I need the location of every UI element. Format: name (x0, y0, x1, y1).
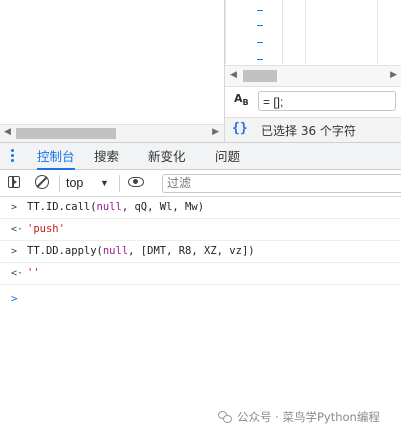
selection-status-bar: {} 已选择 36 个字符 (225, 117, 401, 142)
grid-marker (257, 42, 263, 43)
tab-console[interactable]: 控制台 (37, 143, 75, 170)
console-code: TT.ID.call(null, qQ, Wl, Mw) (27, 197, 204, 218)
output-return-icon: <· (11, 268, 24, 279)
editor-pane (0, 0, 224, 124)
replace-input[interactable]: = []; (258, 91, 396, 111)
filter-input[interactable]: 过滤 (162, 174, 401, 193)
console-prompt-icon[interactable]: > (11, 292, 18, 305)
tab-whats-new[interactable]: 新变化 (148, 143, 186, 170)
chevron-down-icon: ▼ (100, 178, 109, 188)
code-text: TT.DD.apply( (27, 245, 103, 257)
console-code: '' (27, 263, 40, 284)
console-input-line[interactable]: > TT.DD.apply(null, [DMT, R8, XZ, vz]) (0, 241, 401, 263)
selection-status-text: 已选择 36 个字符 (261, 124, 356, 138)
show-sidebar-icon[interactable] (8, 176, 20, 188)
editor-horizontal-scrollbar[interactable]: ◀ ▶ (0, 124, 224, 143)
watermark-text: 公众号 · 菜鸟学Python编程 (237, 410, 380, 424)
search-horizontal-scrollbar[interactable]: ◀ ▶ (225, 65, 401, 87)
grid-marker (257, 59, 263, 60)
grid-line (305, 0, 306, 64)
console-input-line[interactable]: > TT.ID.call(null, qQ, Wl, Mw) (0, 197, 401, 219)
grid-marker (257, 25, 263, 26)
code-string: '' (27, 267, 40, 279)
console-output-line[interactable]: <· '' (0, 263, 401, 285)
input-chevron-icon: > (11, 202, 18, 213)
code-text: , qQ, Wl, Mw) (121, 201, 205, 213)
more-options-icon[interactable] (11, 149, 15, 163)
console-code: TT.DD.apply(null, [DMT, R8, XZ, vz]) (27, 241, 255, 262)
console-output-line[interactable]: <·'push' (0, 219, 401, 241)
search-panel: ◀ ▶ AB = []; {} 已选择 36 个字符 (224, 0, 401, 142)
scrollbar-thumb[interactable] (243, 70, 277, 82)
wechat-icon (218, 411, 232, 423)
scroll-right-arrow-icon[interactable]: ▶ (390, 70, 397, 80)
tab-search[interactable]: 搜索 (94, 143, 119, 170)
grid-marker (257, 10, 263, 11)
toolbar-divider (59, 175, 60, 192)
toolbar-divider (119, 175, 120, 192)
code-text: , [DMT, R8, XZ, vz]) (128, 245, 255, 257)
grid-line (282, 0, 283, 64)
scroll-right-arrow-icon[interactable]: ▶ (212, 127, 219, 137)
grid-line (377, 0, 378, 64)
replace-ab-icon: AB (234, 92, 249, 108)
code-grid (225, 0, 401, 64)
drawer-tab-bar: 控制台 搜索 新变化 问题 (0, 142, 401, 170)
scroll-left-arrow-icon[interactable]: ◀ (4, 127, 11, 137)
output-return-icon: <· (11, 224, 24, 235)
grid-line (225, 0, 226, 64)
scroll-left-arrow-icon[interactable]: ◀ (230, 70, 237, 80)
code-keyword: null (102, 245, 129, 257)
context-selector[interactable]: top ▼ (66, 174, 109, 193)
code-string: 'push' (27, 223, 65, 235)
replace-row: AB = []; (225, 87, 401, 115)
console-code: 'push' (27, 219, 65, 240)
tab-issues[interactable]: 问题 (215, 143, 240, 170)
clear-console-icon[interactable] (35, 175, 49, 189)
context-value: top (66, 176, 84, 190)
console-toolbar: top ▼ 过滤 (0, 170, 401, 197)
live-expression-eye-icon[interactable] (128, 177, 144, 187)
code-keyword: null (96, 201, 122, 213)
watermark: 公众号 · 菜鸟学Python编程 (218, 409, 380, 425)
input-chevron-icon: > (11, 246, 18, 257)
console-log: > TT.ID.call(null, qQ, Wl, Mw) <·'push' > TT… (0, 197, 401, 433)
code-text: TT.ID.call( (27, 201, 97, 213)
pretty-print-braces-icon[interactable]: {} (232, 121, 248, 136)
scrollbar-thumb[interactable] (16, 128, 116, 139)
